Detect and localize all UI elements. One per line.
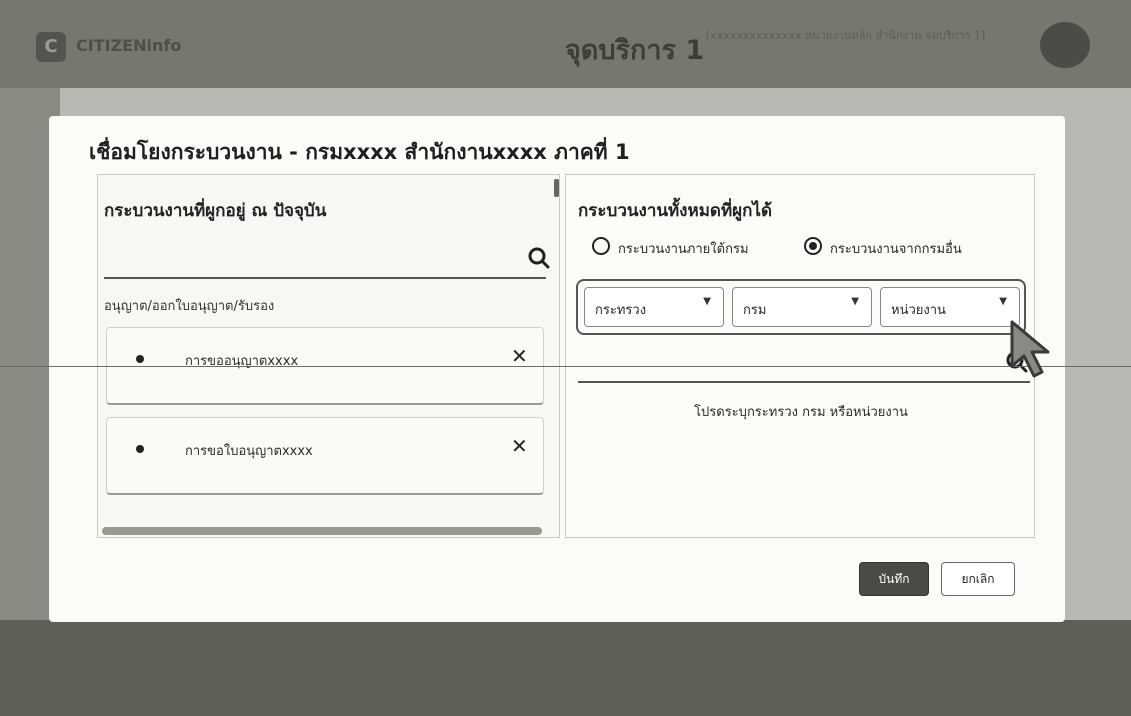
scan-line [0,366,1131,367]
app-title: จุดบริการ 1 [565,35,705,66]
modal-title: เชื่อมโยงกระบวนงาน - กรมxxxx สำนักงานxxx… [89,140,630,164]
search-divider [578,381,1030,383]
caret-down-icon: ▼ [851,296,859,307]
item-label: การขออนุญาตxxxx [185,354,299,369]
radio-under-department[interactable] [592,237,610,255]
select-value: กระทรวง [595,303,647,318]
avatar[interactable] [1040,22,1090,68]
cancel-button[interactable]: ยกเลิก [941,562,1015,596]
caret-down-icon: ▼ [703,296,711,307]
radio-label: กระบวนงานภายใต้กรม [618,242,749,257]
save-button[interactable]: บันทึก [859,562,929,596]
link-process-modal: เชื่อมโยงกระบวนงาน - กรมxxxx สำนักงานxxx… [49,116,1065,622]
list-item: การขอใบอนุญาตxxxx ✕ [106,417,544,495]
app-subtitle: [xxxxxxxxxxxxxx หน่วยงานหลัก สำนักงาน จุ… [706,29,986,42]
available-processes-panel: กระบวนงานทั้งหมดที่ผูกได้ กระบวนงานภายใต… [565,174,1035,538]
search-divider [104,277,546,279]
remove-icon[interactable]: ✕ [511,344,528,368]
app-name: CITIZENinfo [76,36,182,55]
available-processes-heading: กระบวนงานทั้งหมดที่ผูกได้ [578,201,772,221]
current-processes-panel: กระบวนงานที่ผูกอยู่ ณ ปัจจุบัน อนุญาต/ออ… [97,174,560,538]
agency-select[interactable]: หน่วยงาน ▼ [880,287,1020,327]
search-icon[interactable] [528,247,550,269]
bullet-icon [136,355,144,363]
app-logo: C [36,32,66,62]
select-value: กรม [743,303,767,318]
item-label: การขอใบอนุญาตxxxx [185,444,313,459]
mouse-cursor-icon [1010,320,1050,378]
radio-other-department[interactable] [804,237,822,255]
ministry-select[interactable]: กระทรวง ▼ [584,287,724,327]
bullet-icon [136,445,144,453]
hint-text: โปรดระบุกระทรวง กรม หรือหน่วยงาน [694,405,908,420]
vertical-scrollbar[interactable] [554,179,559,197]
background-overlay [0,620,1131,716]
department-select[interactable]: กรม ▼ [732,287,872,327]
remove-icon[interactable]: ✕ [511,434,528,458]
radio-label: กระบวนงานจากกรมอื่น [830,242,962,257]
category-label: อนุญาต/ออกใบอนุญาต/รับรอง [104,299,275,314]
horizontal-scrollbar[interactable] [102,527,542,535]
filter-group: กระทรวง ▼ กรม ▼ หน่วยงาน ▼ [576,279,1026,335]
current-processes-heading: กระบวนงานที่ผูกอยู่ ณ ปัจจุบัน [104,201,327,221]
caret-down-icon: ▼ [999,296,1007,307]
select-value: หน่วยงาน [891,303,946,318]
app-header: C CITIZENinfo จุดบริการ 1 [xxxxxxxxxxxxx… [0,0,1131,88]
